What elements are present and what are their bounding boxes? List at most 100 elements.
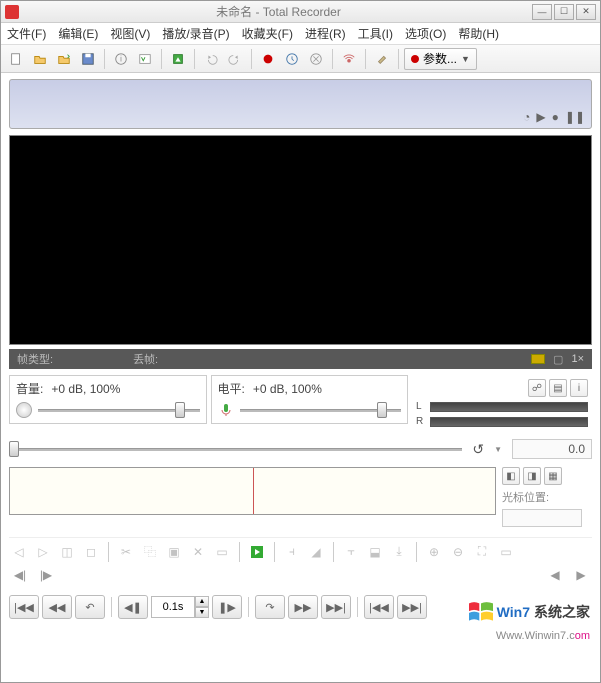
meter-left-label: L bbox=[416, 401, 426, 412]
sel-none-icon[interactable]: ◻ bbox=[81, 542, 101, 562]
broadcast-icon[interactable] bbox=[338, 48, 360, 70]
scroll-left-icon[interactable]: ◀ bbox=[544, 565, 566, 585]
goto-start-button[interactable]: |◀◀ bbox=[9, 595, 39, 619]
menu-file[interactable]: 文件(F) bbox=[7, 25, 46, 42]
pause-indicator-icon[interactable]: ❚❚ bbox=[565, 110, 585, 124]
save-sel-icon[interactable]: ⬓ bbox=[365, 542, 385, 562]
info-icon[interactable]: i bbox=[110, 48, 132, 70]
sel-end-icon[interactable]: ▷ bbox=[33, 542, 53, 562]
normalize-icon[interactable]: ⫞ bbox=[282, 542, 302, 562]
menu-tools[interactable]: 工具(I) bbox=[358, 25, 393, 42]
stop-all-icon[interactable] bbox=[305, 48, 327, 70]
loop-icon[interactable]: ↺ bbox=[472, 441, 484, 458]
fade-icon[interactable]: ◢ bbox=[306, 542, 326, 562]
level-value: +0 dB, 100% bbox=[253, 382, 322, 396]
params-label: 参数... bbox=[423, 50, 457, 67]
delete-icon[interactable]: ✕ bbox=[188, 542, 208, 562]
mixer-icon[interactable] bbox=[167, 48, 189, 70]
marker-play-icon[interactable] bbox=[247, 542, 267, 562]
level-slider[interactable] bbox=[240, 401, 402, 419]
cursor-pos-label: 光标位置: bbox=[502, 489, 549, 505]
nav-prev-icon[interactable]: ◀| bbox=[9, 565, 31, 585]
goto-end-button[interactable]: ▶▶| bbox=[321, 595, 351, 619]
menu-play-rec[interactable]: 播放/录音(P) bbox=[162, 25, 229, 42]
crop-icon[interactable]: ▭ bbox=[212, 542, 232, 562]
rewind-button[interactable]: ◀◀ bbox=[42, 595, 72, 619]
redo-icon[interactable] bbox=[224, 48, 246, 70]
zoom-fit-icon[interactable]: ⛶ bbox=[472, 542, 492, 562]
menu-edit[interactable]: 编辑(E) bbox=[58, 25, 98, 42]
drop-frames-label: 丢帧: bbox=[133, 351, 158, 367]
position-slider[interactable] bbox=[9, 440, 462, 458]
step-back-button[interactable]: ◀❚ bbox=[118, 595, 148, 619]
record-icon[interactable] bbox=[257, 48, 279, 70]
display-panel: ◔ ▶ ● ❚❚ bbox=[9, 79, 592, 129]
meter-right bbox=[430, 417, 588, 427]
monitor-icon[interactable]: ▢ bbox=[553, 353, 563, 366]
prev-track-button[interactable]: |◀◀ bbox=[364, 595, 394, 619]
tag-icon[interactable] bbox=[134, 48, 156, 70]
jump-back-button[interactable]: ↶ bbox=[75, 595, 105, 619]
menu-fav[interactable]: 收藏夹(F) bbox=[242, 25, 293, 42]
step-fwd-button[interactable]: ❚▶ bbox=[212, 595, 242, 619]
paste-icon[interactable]: ▣ bbox=[164, 542, 184, 562]
undo-icon[interactable] bbox=[200, 48, 222, 70]
play-indicator-icon[interactable]: ▶ bbox=[536, 110, 545, 124]
volume-knob[interactable] bbox=[16, 402, 32, 418]
status-lamp-icon bbox=[531, 354, 545, 364]
maximize-button[interactable]: ☐ bbox=[554, 4, 574, 20]
step-down-button[interactable]: ▼ bbox=[195, 607, 209, 618]
cursor-pos-value bbox=[502, 509, 582, 527]
menu-help[interactable]: 帮助(H) bbox=[458, 25, 499, 42]
meter-link-icon[interactable]: ☍ bbox=[528, 379, 546, 397]
edit-toolbar: ◁ ▷ ◫ ◻ ✂ ⿻ ▣ ✕ ▭ ⫞ ◢ ⫟ ⬓ ⤓ ⊕ ⊖ ⛶ ▭ bbox=[9, 537, 592, 561]
window-title: 未命名 - Total Recorder bbox=[25, 3, 532, 20]
minimize-button[interactable]: — bbox=[532, 4, 552, 20]
sel-start-icon[interactable]: ◁ bbox=[9, 542, 29, 562]
meter-opts-icon[interactable]: ▤ bbox=[549, 379, 567, 397]
wave-tool-3-icon[interactable]: ▦ bbox=[544, 467, 562, 485]
wave-tool-1-icon[interactable]: ◧ bbox=[502, 467, 520, 485]
next-track-button[interactable]: ▶▶| bbox=[397, 595, 427, 619]
ffwd-button[interactable]: ▶▶ bbox=[288, 595, 318, 619]
scroll-right-icon[interactable]: ▶ bbox=[570, 565, 592, 585]
cut-icon[interactable]: ✂ bbox=[116, 542, 136, 562]
split-icon[interactable]: ⫟ bbox=[341, 542, 361, 562]
save-icon[interactable] bbox=[77, 48, 99, 70]
wave-tool-2-icon[interactable]: ◨ bbox=[523, 467, 541, 485]
menu-options[interactable]: 选项(O) bbox=[405, 25, 446, 42]
microphone-icon bbox=[218, 402, 234, 418]
clock-icon[interactable]: ◔ bbox=[523, 110, 530, 124]
zoom-level: 1× bbox=[571, 353, 584, 365]
watermark-url: Www.Winwin7.com bbox=[496, 630, 590, 642]
menu-view[interactable]: 视图(V) bbox=[110, 25, 150, 42]
schedule-icon[interactable] bbox=[281, 48, 303, 70]
menu-process[interactable]: 进程(R) bbox=[305, 25, 346, 42]
status-strip: 帧类型: 丢帧: ▢ 1× bbox=[9, 349, 592, 369]
close-button[interactable]: ✕ bbox=[576, 4, 596, 20]
jump-fwd-button[interactable]: ↷ bbox=[255, 595, 285, 619]
zoom-in-icon[interactable]: ⊕ bbox=[424, 542, 444, 562]
transport-bar: |◀◀ ◀◀ ↶ ◀❚ ▲ ▼ ❚▶ ↷ ▶▶ ▶▶| |◀◀ ▶▶| bbox=[9, 595, 592, 619]
level-label: 电平: bbox=[218, 380, 245, 397]
recent-icon[interactable] bbox=[53, 48, 75, 70]
waveform-area[interactable] bbox=[9, 467, 496, 515]
export-icon[interactable]: ⤓ bbox=[389, 542, 409, 562]
step-size-input[interactable] bbox=[151, 596, 195, 618]
volume-slider[interactable] bbox=[38, 401, 200, 419]
meter-info-icon[interactable]: i bbox=[570, 379, 588, 397]
frame-type-label: 帧类型: bbox=[17, 351, 53, 367]
record-indicator-icon[interactable]: ● bbox=[552, 110, 559, 124]
sel-all-icon[interactable]: ◫ bbox=[57, 542, 77, 562]
open-icon[interactable] bbox=[29, 48, 51, 70]
step-up-button[interactable]: ▲ bbox=[195, 596, 209, 607]
new-icon[interactable] bbox=[5, 48, 27, 70]
nav-next-icon[interactable]: |▶ bbox=[35, 565, 57, 585]
params-dropdown[interactable]: 参数... ▼ bbox=[404, 48, 477, 70]
copy-icon[interactable]: ⿻ bbox=[140, 542, 160, 562]
zoom-sel-icon[interactable]: ▭ bbox=[496, 542, 516, 562]
volume-value: +0 dB, 100% bbox=[51, 382, 120, 396]
settings-icon[interactable] bbox=[371, 48, 393, 70]
main-toolbar: i 参数... ▼ bbox=[1, 45, 600, 73]
zoom-out-icon[interactable]: ⊖ bbox=[448, 542, 468, 562]
